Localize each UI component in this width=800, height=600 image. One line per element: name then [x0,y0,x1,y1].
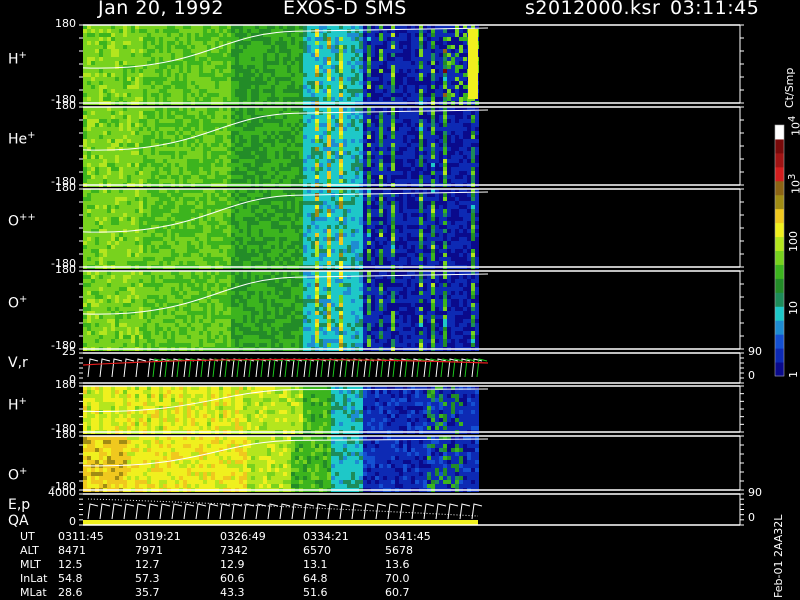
footer-row-name: ALT [20,544,39,557]
footer-cell: 35.7 [135,586,160,599]
colorbar-swatch [775,320,784,335]
colorbar-tick: 1 [787,371,800,378]
colorbar-swatch [775,348,784,363]
colorbar-swatch [775,278,784,293]
y2-min-tick: 0 [748,369,755,382]
panel-label-4: V,r [8,355,28,371]
panel-4 [79,352,744,384]
panel-label-6: O+ [8,466,28,484]
colorbar-tick: 10 [787,301,800,315]
panel-label-0: H+ [8,50,27,68]
y-max-tick: 180 [55,263,76,276]
version-label: Feb-01 2AA32L [772,514,785,598]
panel-label-2: O++ [8,212,36,230]
header-instrument: EXOS-D SMS [283,0,407,19]
colorbar-swatch [775,236,784,251]
footer-cell: 54.8 [58,572,83,585]
footer-cell: 12.7 [135,558,160,571]
panel-label-5: H+ [8,396,27,414]
header-filename: s2012000.ksr [525,0,661,19]
colorbar-tick: 103 [787,173,800,194]
y-max-tick: 180 [55,378,76,391]
footer-cell: 60.7 [385,586,410,599]
colorbar-swatch [775,180,784,196]
panel-0 [79,24,744,105]
colorbar-swatch [775,138,784,154]
colorbar-swatch [775,208,784,224]
colorbar-swatch [775,264,784,279]
footer-cell: 13.1 [303,558,328,571]
colorbar-tick: 100 [787,231,800,252]
footer-cell: 51.6 [303,586,328,599]
y2-min-tick: 0 [748,511,755,524]
y-max-tick: 25 [62,345,76,358]
footer-cell: 0341:45 [385,530,431,543]
panel-2 [79,188,744,269]
panel-label-qa: QA [8,513,29,529]
colorbar-swatch [775,292,784,307]
panel-7 [79,493,744,526]
y-max-tick: 180 [55,99,76,112]
panel-5 [79,385,744,434]
footer-cell: 13.6 [385,558,410,571]
header-date: Jan 20, 1992 [98,0,224,19]
colorbar-swatch [775,222,784,238]
footer-cell: 57.3 [135,572,160,585]
colorbar-label: Ct/Smp [783,67,796,108]
panel-label-1: He+ [8,130,36,148]
footer-row-name: MLat [20,586,47,599]
y2-max-tick: 90 [748,486,762,499]
colorbar-tick: 104 [787,115,800,136]
footer-cell: 7342 [220,544,248,557]
colorbar-swatch [775,125,784,140]
panel-label-7: E,p [8,497,31,513]
colorbar-swatch [775,334,784,349]
footer-cell: 6570 [303,544,331,557]
colorbar-swatch [775,250,784,265]
panel-3 [79,270,744,351]
footer-cell: 64.8 [303,572,328,585]
header-time: 03:11:45 [670,0,760,19]
footer-row-name: InLat [20,572,48,585]
y-max-tick: 180 [55,428,76,441]
colorbar-swatch [775,306,784,321]
footer-cell: 5678 [385,544,413,557]
y-max-tick: 180 [55,181,76,194]
footer-cell: 7971 [135,544,163,557]
y-min-tick: 0 [69,515,76,528]
footer-cell: 28.6 [58,586,83,599]
sawtooth-trace [87,503,483,520]
footer-cell: 0326:49 [220,530,266,543]
panel-label-3: O+ [8,294,28,312]
y-max-tick: 4000 [48,486,76,499]
footer-cell: 60.6 [220,572,245,585]
footer-cell: 8471 [58,544,86,557]
panel-6 [79,435,744,492]
y-max-tick: 180 [55,17,76,30]
footer-cell: 0311:45 [58,530,104,543]
colorbar-swatch [775,362,784,377]
spectrogram-plot [79,24,785,526]
footer-cell: 0334:21 [303,530,349,543]
colorbar-swatch [775,152,784,168]
footer-cell: 12.5 [58,558,83,571]
colorbar-swatch [775,166,784,182]
colorbar [774,124,785,377]
panel-1 [79,106,744,187]
footer-row-name: UT [20,530,35,543]
colorbar-swatch [775,194,784,210]
footer-cell: 0319:21 [135,530,181,543]
footer-row-name: MLT [20,558,41,571]
footer-cell: 70.0 [385,572,410,585]
y2-max-tick: 90 [748,345,762,358]
panels-group [79,24,744,526]
pitch-trace [87,498,479,517]
footer-cell: 43.3 [220,586,245,599]
footer-cell: 12.9 [220,558,245,571]
